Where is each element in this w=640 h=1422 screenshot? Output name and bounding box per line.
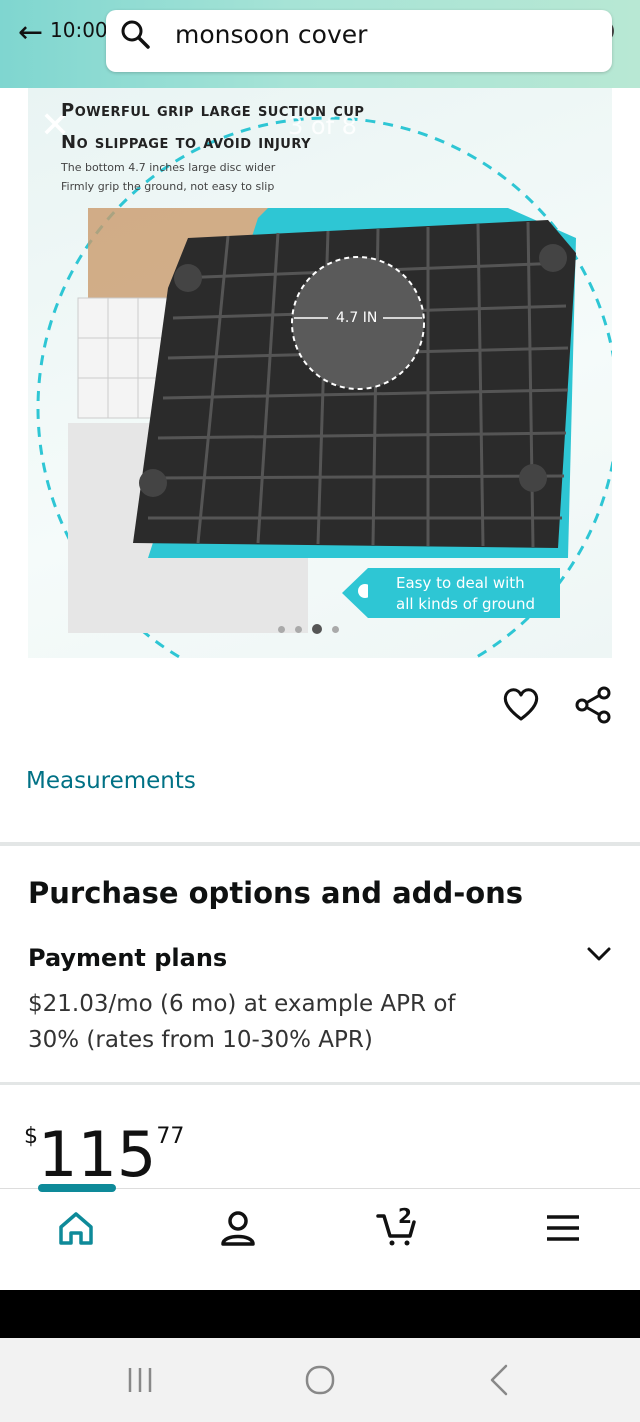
carousel-dot[interactable] [332,625,339,633]
home-icon[interactable] [56,1208,96,1248]
ground-callout-line-2: all kinds of ground [396,595,536,613]
price-whole: 115 [38,1118,157,1191]
status-time: 10:00 [50,18,108,42]
carousel-dots[interactable] [278,624,339,634]
menu-icon[interactable] [544,1208,584,1248]
heart-icon[interactable] [502,686,540,722]
back-arrow-icon[interactable]: ← [18,18,43,48]
image-subtext-2: Firmly grip the ground, not easy to slip [61,180,275,193]
section-divider [0,842,640,846]
black-band [0,1290,640,1338]
chevron-down-icon[interactable] [586,944,612,964]
ground-callout: Easy to deal with all kinds of ground [368,568,560,618]
cart-count[interactable]: 2 [398,1204,412,1228]
dimension-label: 4.7 IN [336,310,378,326]
image-headline-2: No slippage to avoid injury [61,132,312,153]
share-icon[interactable] [574,686,612,724]
carousel-dot[interactable] [278,625,285,633]
image-counter: 3 of 8 [288,112,357,140]
carousel-dot[interactable] [295,625,302,633]
price-symbol: $ [24,1124,38,1149]
payment-plans-label[interactable]: Payment plans [28,944,227,972]
home-button-icon[interactable] [300,1360,340,1400]
account-icon[interactable] [218,1208,258,1248]
recent-apps-icon[interactable] [120,1360,160,1400]
image-subtext-1: The bottom 4.7 inches large disc wider [61,161,276,174]
section-divider [0,1082,640,1085]
price: $11577 [24,1118,184,1191]
back-button-icon[interactable] [480,1360,520,1400]
carousel-dot-active[interactable] [312,624,322,634]
payment-plans-description: $21.03/mo (6 mo) at example APR of 30% (… [28,991,456,1053]
nav-active-indicator [38,1184,116,1192]
product-image[interactable]: ✕ Powerful grip large suction cup No sli… [28,88,612,658]
measurements-link[interactable]: Measurements [26,768,196,794]
search-icon[interactable] [120,19,150,49]
price-fraction: 77 [156,1124,185,1149]
ground-callout-line-1: Easy to deal with [396,574,525,592]
purchase-options-title: Purchase options and add-ons [28,876,524,910]
search-input[interactable]: monsoon cover [175,20,367,49]
